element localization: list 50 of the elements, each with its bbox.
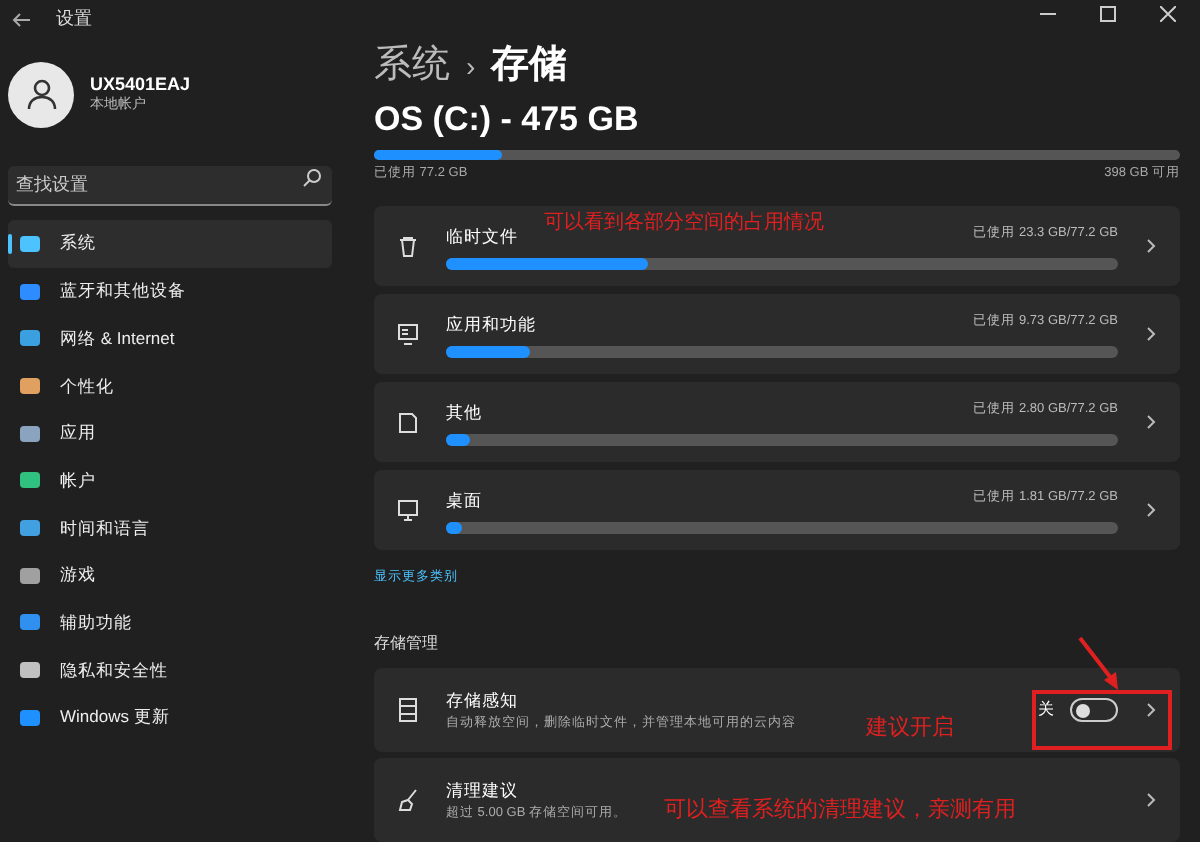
nav-item[interactable]: 游戏 [8, 551, 332, 599]
chevron-right-icon [1146, 702, 1156, 718]
back-arrow-icon [12, 12, 32, 28]
category-name: 桌面 [446, 487, 482, 514]
close-icon [1160, 5, 1176, 22]
section-heading: 存储管理 [374, 632, 440, 656]
drive-title: OS (C:) - 475 GB [374, 100, 641, 141]
page-title: 存储 [491, 42, 568, 91]
person-icon [25, 78, 57, 110]
search-field[interactable]: 查找设置 [8, 165, 332, 205]
annotation-text: 建议开启 [866, 713, 954, 744]
chevron-right-icon [1146, 238, 1156, 255]
trash-icon [398, 235, 418, 258]
nav-item[interactable]: 网络 & Internet [8, 314, 332, 363]
nav-item[interactable]: 辅助功能 [8, 599, 332, 647]
nav-item[interactable]: 应用 [8, 409, 332, 457]
nav-item[interactable]: Windows 更新 [8, 693, 332, 742]
nav-item[interactable]: 时间和语言 [8, 504, 332, 552]
cabinet-icon [398, 698, 418, 722]
highlight-frame [1032, 690, 1172, 750]
category-name: 临时文件 [446, 223, 518, 250]
setting-name: 清理建议 [446, 777, 518, 803]
search-icon [302, 168, 322, 188]
category-name: 其他 [446, 399, 482, 426]
toggle-state-label: 关 [1038, 698, 1054, 722]
apps-icon [398, 323, 418, 346]
breadcrumb-separator: › [466, 47, 476, 86]
chevron-right-icon [1146, 414, 1156, 431]
broom-icon [398, 788, 418, 812]
nav-item[interactable]: 帐户 [8, 456, 332, 505]
chevron-right-icon [1146, 502, 1156, 519]
other-icon [398, 411, 418, 434]
account-name: UX5401EAJ [90, 72, 191, 96]
breadcrumb-parent[interactable]: 系统 [374, 38, 450, 96]
annotation-text: 可以看到各部分空间的占用情况 [544, 209, 824, 238]
chevron-right-icon [1146, 792, 1156, 808]
selection-indicator [8, 234, 12, 254]
nav-item[interactable]: 个性化 [8, 362, 332, 410]
nav-item[interactable]: 系统 [8, 220, 332, 268]
category-name: 应用和功能 [446, 311, 536, 338]
desktop-icon [398, 499, 418, 522]
arrow-icon [1076, 636, 1124, 692]
annotation-text: 可以查看系统的清理建议，亲测有用 [664, 795, 1016, 826]
setting-name: 存储感知 [446, 687, 518, 713]
window-title: 设置 [56, 6, 92, 33]
nav-item[interactable]: 蓝牙和其他设备 [8, 267, 332, 315]
maximize-icon [1100, 5, 1116, 22]
toggle-switch[interactable] [1070, 698, 1118, 722]
nav-item[interactable]: 隐私和安全性 [8, 646, 332, 694]
chevron-right-icon [1146, 326, 1156, 343]
